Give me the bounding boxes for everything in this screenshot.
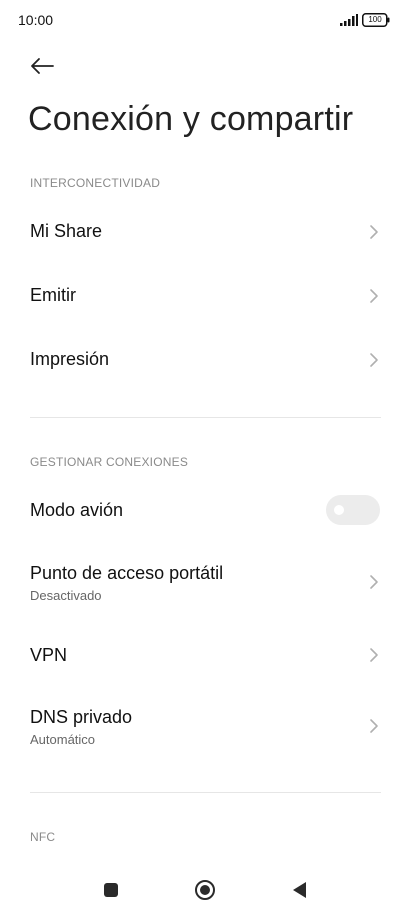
airplane-mode-toggle[interactable] [326,495,380,525]
recents-button[interactable] [93,874,129,906]
chevron-right-icon [370,289,378,303]
settings-item-subtitle: Automático [30,732,96,747]
home-circle-icon [195,880,215,900]
settings-item-impresion[interactable]: Impresión [0,328,411,392]
status-time: 10:00 [18,12,54,28]
section-header-interconectividad: INTERCONECTIVIDAD [30,176,161,190]
back-button[interactable] [24,50,60,82]
section-divider [30,792,381,793]
toggle-knob [334,505,344,515]
chevron-right-icon [370,225,378,239]
battery-level: 100 [368,15,382,24]
settings-item-emitir[interactable]: Emitir [0,264,411,328]
settings-item-label: Modo avión [30,500,124,520]
settings-item-punto-de-acceso[interactable]: Punto de acceso portátil Desactivado [0,552,411,616]
arrow-left-icon [31,58,54,74]
chevron-right-icon [370,719,378,733]
settings-item-label: VPN [30,645,68,665]
chevron-right-icon [370,648,378,662]
section-header-gestionar-conexiones: GESTIONAR CONEXIONES [30,455,189,469]
settings-item-vpn[interactable]: VPN [0,624,411,688]
chevron-right-icon [370,353,378,367]
settings-item-dns-privado[interactable]: DNS privado Automático [0,696,411,760]
back-triangle-icon [293,882,306,898]
page-title: Conexión y compartir [28,100,354,138]
settings-item-mi-share[interactable]: Mi Share [0,200,411,264]
status-bar: 10:00 100 [0,0,411,40]
settings-item-label: DNS privado [30,707,133,727]
settings-item-label: Impresión [30,349,110,369]
section-header-nfc: NFC [30,830,56,844]
system-nav-bar [0,866,411,914]
signal-icon [340,14,358,26]
settings-item-label: Emitir [30,285,76,305]
settings-item-label: Mi Share [30,221,103,241]
home-button[interactable] [187,874,223,906]
settings-item-subtitle: Desactivado [30,588,102,603]
nav-back-button[interactable] [281,874,317,906]
section-divider [30,417,381,418]
settings-item-label: Punto de acceso portátil [30,563,224,583]
settings-item-modo-avion[interactable]: Modo avión [0,478,411,542]
recents-square-icon [104,883,118,897]
chevron-right-icon [370,575,378,589]
